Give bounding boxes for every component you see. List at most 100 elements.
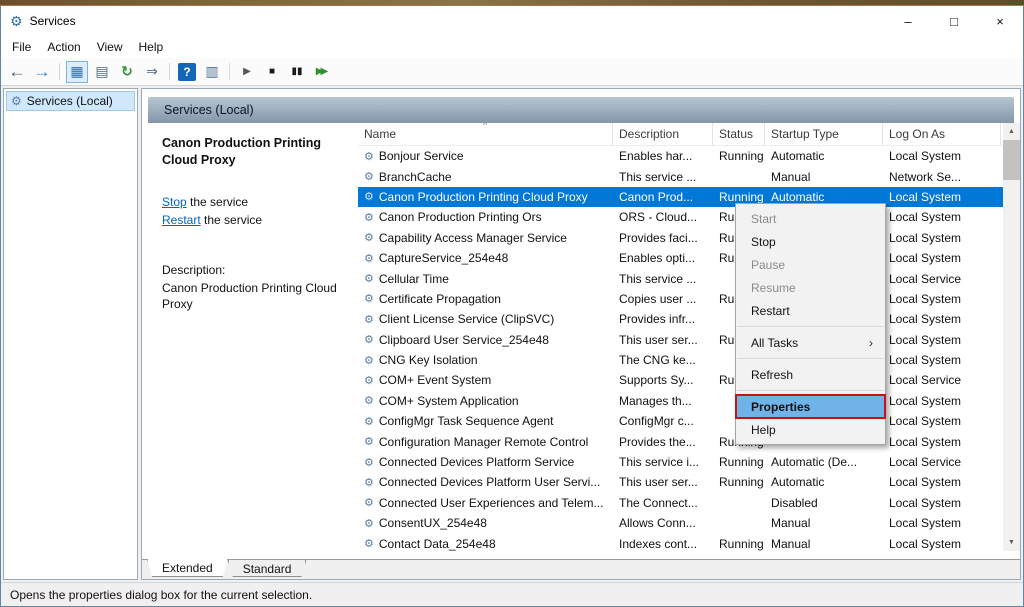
column-header-name[interactable]: Name^ xyxy=(358,123,613,145)
menu-file[interactable]: File xyxy=(4,37,39,57)
service-name-cell: ⚙Connected Devices Platform User Servi..… xyxy=(358,475,613,489)
service-row-consentux-254e48[interactable]: ⚙ConsentUX_254e48Allows Conn...ManualLoc… xyxy=(358,513,1003,533)
service-row-configuration-manager-remote-control[interactable]: ⚙Configuration Manager Remote ControlPro… xyxy=(358,431,1003,451)
service-row-capability-access-manager-service[interactable]: ⚙Capability Access Manager ServiceProvid… xyxy=(358,228,1003,248)
vertical-scrollbar[interactable]: ▲ ▼ xyxy=(1003,123,1020,551)
tab-standard[interactable]: Standard xyxy=(228,560,307,577)
service-row-branchcache[interactable]: ⚙BranchCacheThis service ...ManualNetwor… xyxy=(358,166,1003,186)
close-button[interactable]: × xyxy=(977,6,1023,36)
service-startup-type: Automatic xyxy=(765,190,883,204)
service-name-cell: ⚙COM+ Event System xyxy=(358,373,613,387)
column-header-status[interactable]: Status xyxy=(713,123,765,145)
service-startup-type: Manual xyxy=(765,537,883,551)
context-menu-item-properties[interactable]: Properties xyxy=(736,395,885,418)
service-row-connected-devices-platform-user-servi[interactable]: ⚙Connected Devices Platform User Servi..… xyxy=(358,472,1003,492)
minimize-button[interactable]: – xyxy=(885,6,931,36)
refresh-toolbar-icon[interactable]: ↻ xyxy=(116,61,138,83)
service-name-cell: ⚙Client License Service (ClipSVC) xyxy=(358,312,613,326)
scrollbar-thumb[interactable] xyxy=(1003,140,1020,180)
service-log-on-as: Local System xyxy=(883,149,1001,163)
service-log-on-as: Local System xyxy=(883,516,1001,530)
service-description: Enables opti... xyxy=(613,251,713,265)
context-menu-item-help[interactable]: Help xyxy=(736,418,885,441)
service-log-on-as: Local Service xyxy=(883,272,1001,286)
service-status: Running xyxy=(713,149,765,163)
service-status: Running xyxy=(713,537,765,551)
service-log-on-as: Local System xyxy=(883,231,1001,245)
context-menu-item-stop[interactable]: Stop xyxy=(736,230,885,253)
service-row-contact-data-254e48[interactable]: ⚙Contact Data_254e48Indexes cont...Runni… xyxy=(358,533,1003,553)
context-menu-separator xyxy=(737,358,884,359)
menu-action[interactable]: Action xyxy=(39,37,88,57)
menu-help[interactable]: Help xyxy=(131,37,172,57)
pause-service-icon[interactable]: ▮▮ xyxy=(286,61,308,83)
maximize-button[interactable]: □ xyxy=(931,6,977,36)
stop-service-icon[interactable]: ■ xyxy=(261,61,283,83)
service-row-client-license-service-clipsvc[interactable]: ⚙Client License Service (ClipSVC)Provide… xyxy=(358,309,1003,329)
forward-icon[interactable]: → xyxy=(31,61,53,83)
stop-link-suffix: the service xyxy=(187,195,248,209)
service-name-cell: ⚙Cellular Time xyxy=(358,272,613,286)
description-label: Description: xyxy=(162,263,350,277)
service-name: Capability Access Manager Service xyxy=(379,231,567,245)
column-header-log-on-as[interactable]: Log On As xyxy=(883,123,1001,145)
service-log-on-as: Local System xyxy=(883,190,1001,204)
toolbar-separator xyxy=(59,63,60,80)
service-row-bonjour-service[interactable]: ⚙Bonjour ServiceEnables har...RunningAut… xyxy=(358,146,1003,166)
service-name: Client License Service (ClipSVC) xyxy=(379,312,554,326)
context-menu-item-all-tasks[interactable]: All Tasks› xyxy=(736,331,885,354)
show-console-tree-icon[interactable]: ▦ xyxy=(66,61,88,83)
service-gear-icon: ⚙ xyxy=(364,292,374,305)
service-description: ORS - Cloud... xyxy=(613,210,713,224)
status-bar: Opens the properties dialog box for the … xyxy=(1,582,1023,606)
context-menu-item-restart[interactable]: Restart xyxy=(736,299,885,322)
service-gear-icon: ⚙ xyxy=(364,394,374,407)
restart-service-icon[interactable]: ▶▶ xyxy=(311,61,333,83)
service-name: Contact Data_254e48 xyxy=(379,537,496,551)
service-log-on-as: Local Service xyxy=(883,455,1001,469)
service-row-com-event-system[interactable]: ⚙COM+ Event SystemSupports Sy...RunningL… xyxy=(358,370,1003,390)
column-header-startup-type[interactable]: Startup Type xyxy=(765,123,883,145)
service-gear-icon: ⚙ xyxy=(364,252,374,265)
tree-item-services-local[interactable]: ⚙ Services (Local) xyxy=(6,91,135,111)
service-description: Enables har... xyxy=(613,149,713,163)
service-row-cng-key-isolation[interactable]: ⚙CNG Key IsolationThe CNG ke...Local Sys… xyxy=(358,350,1003,370)
restart-service-link[interactable]: Restart xyxy=(162,213,201,227)
stop-service-link[interactable]: Stop xyxy=(162,195,187,209)
back-icon[interactable]: ← xyxy=(6,61,28,83)
service-log-on-as: Local System xyxy=(883,353,1001,367)
help-icon[interactable]: ? xyxy=(178,63,196,81)
title-bar: ⚙ Services – □ × xyxy=(1,6,1023,36)
service-description: Canon Prod... xyxy=(613,190,713,204)
scroll-up-button[interactable]: ▲ xyxy=(1003,123,1020,140)
service-name-cell: ⚙COM+ System Application xyxy=(358,394,613,408)
menu-view[interactable]: View xyxy=(89,37,131,57)
properties-toolbar-icon[interactable]: ▤ xyxy=(91,61,113,83)
export-list-icon[interactable]: ⇒ xyxy=(141,61,163,83)
window-title: Services xyxy=(30,14,76,28)
start-service-icon[interactable]: ▶ xyxy=(236,61,258,83)
service-row-connected-user-experiences-and-telem[interactable]: ⚙Connected User Experiences and Telem...… xyxy=(358,493,1003,513)
column-header-description[interactable]: Description xyxy=(613,123,713,145)
service-name: Canon Production Printing Cloud Proxy xyxy=(379,190,588,204)
service-description: This service ... xyxy=(613,170,713,184)
service-log-on-as: Local System xyxy=(883,537,1001,551)
service-row-com-system-application[interactable]: ⚙COM+ System ApplicationManages th...Loc… xyxy=(358,391,1003,411)
service-row-canon-production-printing-ors[interactable]: ⚙Canon Production Printing OrsORS - Clou… xyxy=(358,207,1003,227)
tab-extended[interactable]: Extended xyxy=(147,559,228,577)
service-row-certificate-propagation[interactable]: ⚙Certificate PropagationCopies user ...R… xyxy=(358,289,1003,309)
service-row-connected-devices-platform-service[interactable]: ⚙Connected Devices Platform ServiceThis … xyxy=(358,452,1003,472)
service-startup-type: Automatic (De... xyxy=(765,455,883,469)
context-menu-item-refresh[interactable]: Refresh xyxy=(736,363,885,386)
service-row-canon-production-printing-cloud-proxy[interactable]: ⚙Canon Production Printing Cloud ProxyCa… xyxy=(358,187,1003,207)
toolbar: ←→ ▦▤↻⇒? ▥ ▶■▮▮▶▶ xyxy=(1,58,1023,86)
service-name-cell: ⚙ConfigMgr Task Sequence Agent xyxy=(358,414,613,428)
scroll-down-button[interactable]: ▼ xyxy=(1003,534,1020,551)
restart-link-suffix: the service xyxy=(201,213,262,227)
service-row-clipboard-user-service-254e48[interactable]: ⚙Clipboard User Service_254e48This user … xyxy=(358,330,1003,350)
service-row-captureservice-254e48[interactable]: ⚙CaptureService_254e48Enables opti...Run… xyxy=(358,248,1003,268)
service-row-configmgr-task-sequence-agent[interactable]: ⚙ConfigMgr Task Sequence AgentConfigMgr … xyxy=(358,411,1003,431)
service-row-cellular-time[interactable]: ⚙Cellular TimeThis service ...Local Serv… xyxy=(358,268,1003,288)
service-name: ConsentUX_254e48 xyxy=(379,516,487,530)
action-pane-icon[interactable]: ▥ xyxy=(201,61,223,83)
